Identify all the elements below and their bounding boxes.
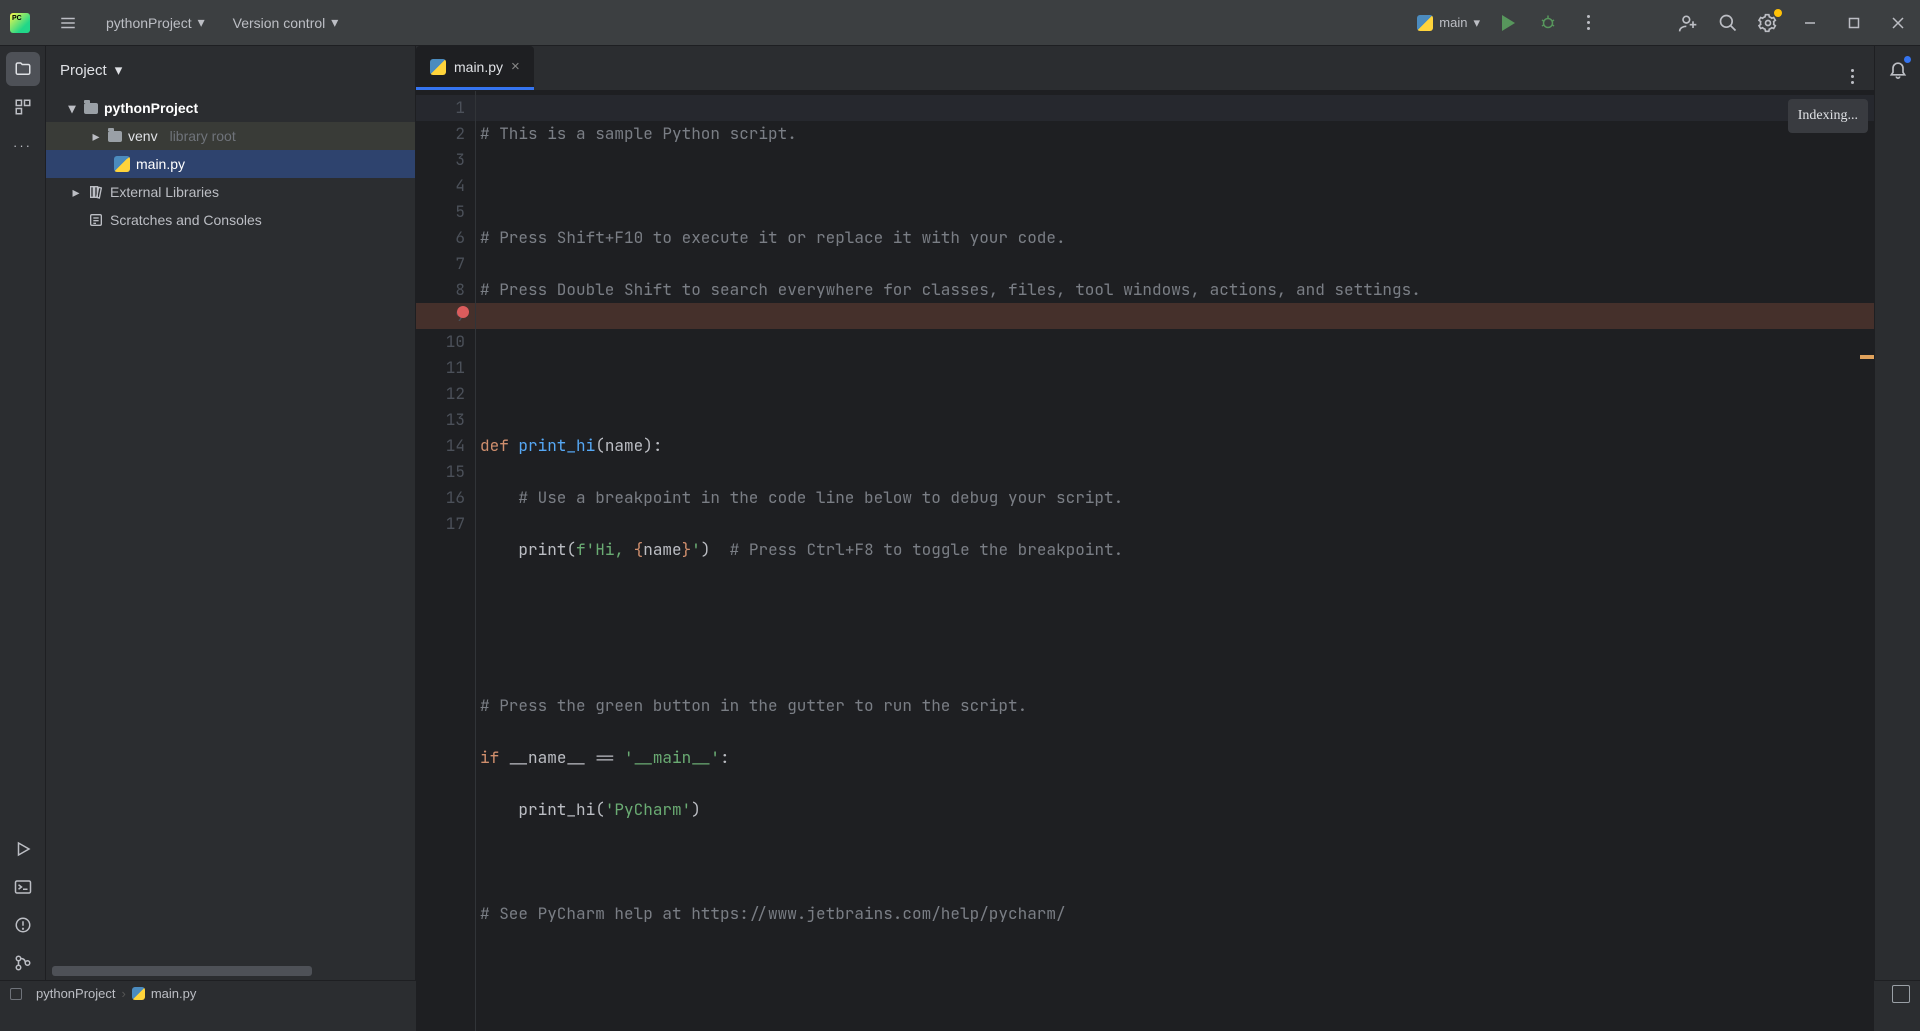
breadcrumb-file[interactable]: main.py xyxy=(151,986,197,1001)
project-tool-button[interactable] xyxy=(6,52,40,86)
minimize-button[interactable] xyxy=(1788,3,1832,43)
expand-icon[interactable] xyxy=(70,184,82,201)
code-with-me-button[interactable] xyxy=(1668,3,1708,43)
line-number: 10 xyxy=(416,329,465,355)
python-icon xyxy=(132,987,145,1000)
tab-close-button[interactable]: × xyxy=(511,58,520,75)
expand-icon[interactable] xyxy=(90,128,102,145)
tab-main-py[interactable]: main.py × xyxy=(416,46,534,90)
line-number: 14 xyxy=(416,433,465,459)
vcs-dropdown[interactable]: Version control ▾ xyxy=(223,8,349,37)
scratch-icon xyxy=(88,212,104,228)
line-number: 3 xyxy=(416,147,465,173)
breakpoint-icon[interactable] xyxy=(457,306,469,318)
line-number: 5 xyxy=(416,199,465,225)
python-icon xyxy=(1417,15,1433,31)
search-everywhere-button[interactable] xyxy=(1708,3,1748,43)
maximize-button[interactable] xyxy=(1832,3,1876,43)
expand-icon[interactable] xyxy=(66,100,78,117)
pycharm-logo-icon xyxy=(10,13,30,33)
horizontal-scrollbar[interactable] xyxy=(52,966,312,976)
breadcrumb-project[interactable]: pythonProject xyxy=(36,986,116,1001)
python-icon xyxy=(114,156,130,172)
notification-badge-icon xyxy=(1904,56,1911,63)
gutter[interactable]: 1 2 3 4 5 6 7 8 9 10 11 12 13 14 15 16 1… xyxy=(416,91,476,1031)
chevron-right-icon: › xyxy=(122,986,126,1001)
chevron-down-icon: ▾ xyxy=(331,14,338,31)
tab-label: main.py xyxy=(454,59,503,75)
line-number: 13 xyxy=(416,407,465,433)
line-number: 12 xyxy=(416,381,465,407)
vcs-tool-button[interactable] xyxy=(6,946,40,980)
line-number: 7 xyxy=(416,251,465,277)
editor-area: main.py × 1 2 3 4 5 6 7 8 9 10 xyxy=(416,46,1874,980)
run-config-dropdown[interactable]: main ▾ xyxy=(1409,11,1488,35)
line-number: 15 xyxy=(416,459,465,485)
code-editor[interactable]: 1 2 3 4 5 6 7 8 9 10 11 12 13 14 15 16 1… xyxy=(416,91,1874,1031)
settings-badge-icon xyxy=(1774,9,1782,17)
titlebar: pythonProject ▾ Version control ▾ main ▾ xyxy=(0,0,1920,46)
services-tool-button[interactable] xyxy=(6,832,40,866)
more-actions-button[interactable] xyxy=(1568,3,1608,43)
editor-marker[interactable] xyxy=(1860,355,1874,359)
main-menu-button[interactable] xyxy=(48,3,88,43)
tab-menu-button[interactable] xyxy=(1838,62,1866,90)
tree-venv-folder[interactable]: venv library root xyxy=(46,122,415,150)
right-tool-strip xyxy=(1874,46,1920,980)
editor-tabbar: main.py × xyxy=(416,46,1874,91)
indexing-indicator: Indexing... xyxy=(1788,99,1868,133)
chevron-down-icon: ▾ xyxy=(1473,15,1480,31)
chevron-down-icon: ▾ xyxy=(115,61,123,79)
project-tree: pythonProject venv library root main.py … xyxy=(46,94,415,962)
line-number: 6 xyxy=(416,225,465,251)
line-number: 1 xyxy=(416,95,465,121)
close-button[interactable] xyxy=(1876,3,1920,43)
chevron-down-icon: ▾ xyxy=(198,14,205,31)
project-panel-title: Project xyxy=(60,62,107,79)
tree-file-label: main.py xyxy=(136,156,185,172)
tree-project-root[interactable]: pythonProject xyxy=(46,94,415,122)
python-icon xyxy=(430,59,446,75)
breadcrumb: pythonProject › main.py xyxy=(36,986,196,1001)
tree-scratches-label: Scratches and Consoles xyxy=(110,212,262,228)
code-content[interactable]: # This is a sample Python script. # Pres… xyxy=(476,91,1874,1031)
vcs-label: Version control xyxy=(233,15,326,31)
folder-icon xyxy=(108,131,122,142)
main-area: ··· Project ▾ pythonProject xyxy=(0,46,1920,980)
line-number: 11 xyxy=(416,355,465,381)
line-number: 8 xyxy=(416,277,465,303)
run-button[interactable] xyxy=(1488,3,1528,43)
play-icon xyxy=(1502,15,1515,31)
run-config-name: main xyxy=(1439,15,1467,30)
line-number: 2 xyxy=(416,121,465,147)
debug-button[interactable] xyxy=(1528,3,1568,43)
tree-scratches[interactable]: Scratches and Consoles xyxy=(46,206,415,234)
tool-window-toggle-icon[interactable] xyxy=(10,988,22,1000)
tree-root-label: pythonProject xyxy=(104,100,198,116)
readonly-toggle-icon[interactable] xyxy=(1892,985,1910,1003)
line-number: 16 xyxy=(416,485,465,511)
line-number: 4 xyxy=(416,173,465,199)
more-tools-button[interactable]: ··· xyxy=(6,128,40,162)
folder-icon xyxy=(84,103,98,114)
tree-main-file[interactable]: main.py xyxy=(46,150,415,178)
structure-tool-button[interactable] xyxy=(6,90,40,124)
library-icon xyxy=(88,184,104,200)
tree-venv-hint: library root xyxy=(170,128,236,144)
left-tool-strip: ··· xyxy=(0,46,46,980)
tree-external-label: External Libraries xyxy=(110,184,219,200)
tree-external-libraries[interactable]: External Libraries xyxy=(46,178,415,206)
line-number: 17 xyxy=(416,511,465,537)
project-panel: Project ▾ pythonProject venv library roo… xyxy=(46,46,416,980)
notifications-button[interactable] xyxy=(1881,52,1915,86)
tree-venv-label: venv xyxy=(128,128,158,144)
terminal-tool-button[interactable] xyxy=(6,870,40,904)
problems-tool-button[interactable] xyxy=(6,908,40,942)
settings-button[interactable] xyxy=(1748,3,1788,43)
project-panel-header[interactable]: Project ▾ xyxy=(46,46,415,94)
project-dropdown[interactable]: pythonProject ▾ xyxy=(96,8,215,37)
project-name-label: pythonProject xyxy=(106,15,192,31)
